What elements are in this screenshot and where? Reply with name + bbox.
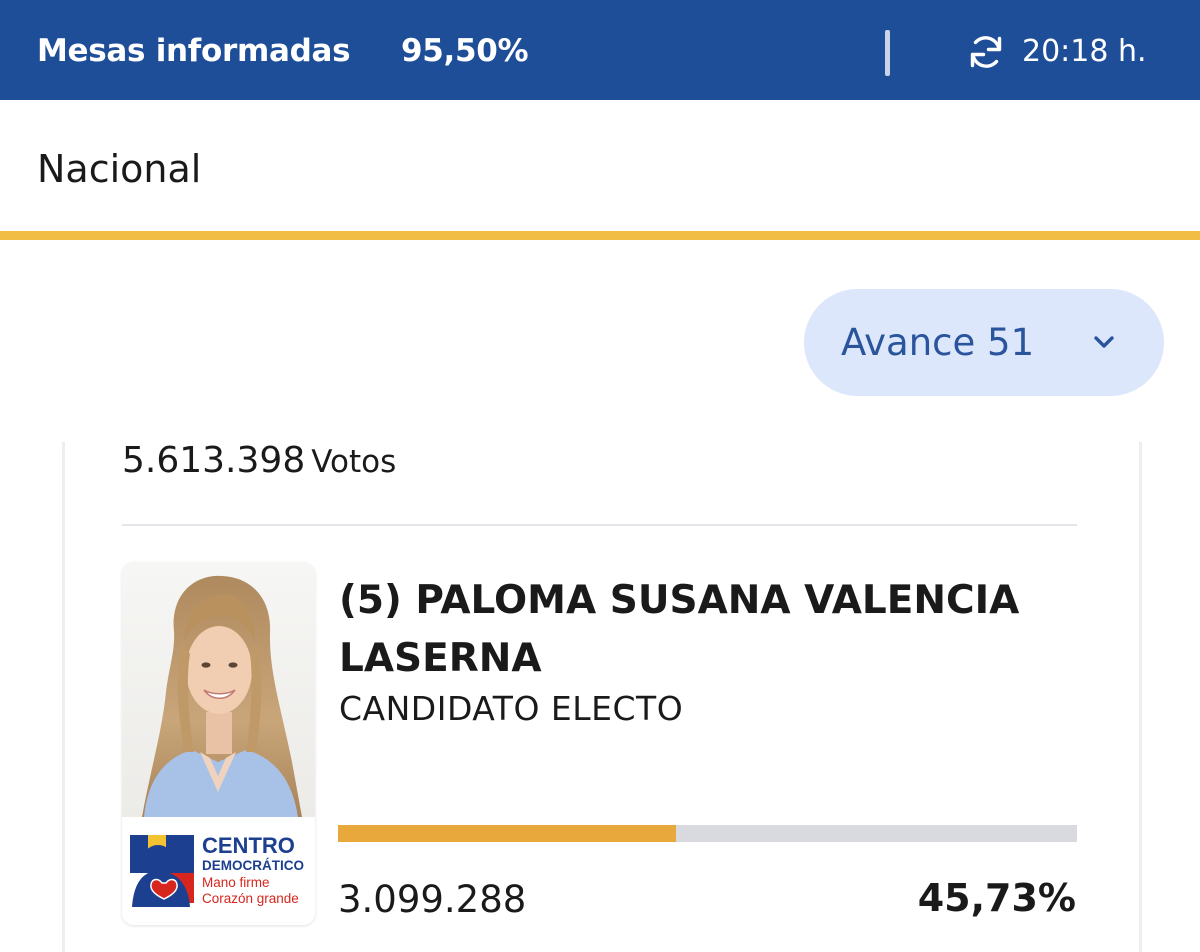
results-header: Mesas informadas 95,50% 20:18 h.	[0, 0, 1200, 100]
party-logo-line3: Mano firme	[202, 875, 270, 890]
scope-divider	[0, 231, 1200, 240]
total-votes-value: 5.613.398	[122, 440, 306, 481]
candidate-photo-card[interactable]: CENTRO DEMOCRÁTICO Mano firme Corazón gr…	[122, 562, 315, 925]
refresh-icon[interactable]	[966, 32, 1006, 72]
total-votes: 5.613.398 Votos	[122, 440, 396, 481]
party-logo: CENTRO DEMOCRÁTICO Mano firme Corazón gr…	[122, 817, 315, 925]
candidate-votes: 3.099.288	[338, 878, 527, 921]
header-separator	[885, 30, 890, 76]
candidate-percentage: 45,73%	[917, 876, 1076, 920]
candidate-status: CANDIDATO ELECTO	[339, 689, 684, 728]
candidate-name: (5) PALOMA SUSANA VALENCIA LASERNA	[339, 578, 1020, 681]
chevron-down-icon	[1094, 336, 1114, 348]
scope-title: Nacional	[37, 147, 202, 191]
vote-share-bar-fill	[338, 825, 676, 842]
reported-tables-percentage: 95,50%	[401, 33, 529, 69]
party-logo-line2: DEMOCRÁTICO	[202, 858, 304, 873]
reported-tables-label: Mesas informadas	[37, 33, 351, 69]
avance-label: Avance 51	[841, 321, 1035, 364]
vote-share-bar	[338, 825, 1077, 842]
party-logo-image: CENTRO DEMOCRÁTICO Mano firme Corazón gr…	[130, 833, 304, 907]
candidate-photo	[122, 562, 315, 817]
update-time: 20:18 h.	[1022, 34, 1147, 69]
avance-dropdown[interactable]: Avance 51	[804, 289, 1164, 396]
party-logo-line1: CENTRO	[202, 833, 295, 858]
total-votes-unit: Votos	[311, 444, 397, 480]
party-logo-line4: Corazón grande	[202, 891, 299, 906]
card-divider	[122, 524, 1077, 526]
